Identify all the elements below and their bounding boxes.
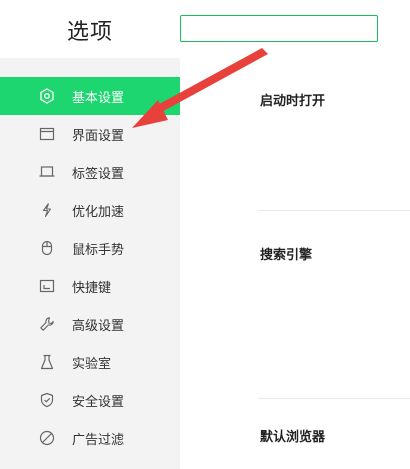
sidebar-item-basic[interactable]: 基本设置	[0, 77, 180, 115]
sidebar-item-mouse[interactable]: 鼠标手势	[0, 229, 180, 267]
sidebar-item-lab[interactable]: 实验室	[0, 343, 180, 381]
sidebar-item-advanced[interactable]: 高级设置	[0, 305, 180, 343]
sidebar-item-label: 安全设置	[72, 394, 125, 410]
tab-icon	[38, 163, 56, 181]
sidebar-item-label: 标签设置	[72, 166, 125, 182]
gear-hex-icon	[38, 87, 56, 105]
block-icon	[38, 429, 56, 447]
section-divider	[258, 398, 410, 399]
sidebar-item-label: 快捷键	[72, 280, 112, 296]
window-icon	[38, 125, 56, 143]
keyboard-icon	[38, 277, 56, 295]
sidebar-item-interface[interactable]: 界面设置	[0, 115, 180, 153]
flask-icon	[38, 353, 56, 371]
sidebar-item-label: 优化加速	[72, 204, 125, 220]
settings-content: 启动时打开 搜索引擎 默认浏览器	[180, 58, 410, 469]
wrench-icon	[38, 315, 56, 333]
sidebar-item-adblock[interactable]: 广告过滤	[0, 419, 180, 457]
sidebar-item-label: 界面设置	[72, 128, 125, 144]
sidebar-item-security[interactable]: 安全设置	[0, 381, 180, 419]
section-title-startup: 启动时打开	[260, 94, 326, 109]
header: 选项	[0, 0, 410, 58]
search-input[interactable]	[180, 15, 378, 42]
options-page: 选项 基本设置 界面设置 标签设置 优化加速 鼠标手势 快捷键 高级设置 实验室…	[0, 0, 410, 469]
mouse-icon	[38, 239, 56, 257]
sidebar-item-label: 基本设置	[72, 90, 125, 106]
shield-icon	[38, 391, 56, 409]
page-title: 选项	[67, 20, 114, 45]
sidebar-item-label: 鼠标手势	[72, 242, 125, 258]
sidebar-item-label: 高级设置	[72, 318, 125, 334]
section-title-default-browser: 默认浏览器	[260, 430, 326, 445]
sidebar-item-tabs[interactable]: 标签设置	[0, 153, 180, 191]
section-divider	[258, 210, 410, 211]
section-title-search-engine: 搜索引擎	[260, 248, 313, 263]
sidebar-item-shortcuts[interactable]: 快捷键	[0, 267, 180, 305]
sidebar: 基本设置 界面设置 标签设置 优化加速 鼠标手势 快捷键 高级设置 实验室 安全…	[0, 58, 180, 469]
sidebar-item-speed[interactable]: 优化加速	[0, 191, 180, 229]
sidebar-item-label: 广告过滤	[72, 432, 125, 448]
sidebar-item-label: 实验室	[72, 356, 112, 372]
lightning-icon	[38, 201, 56, 219]
